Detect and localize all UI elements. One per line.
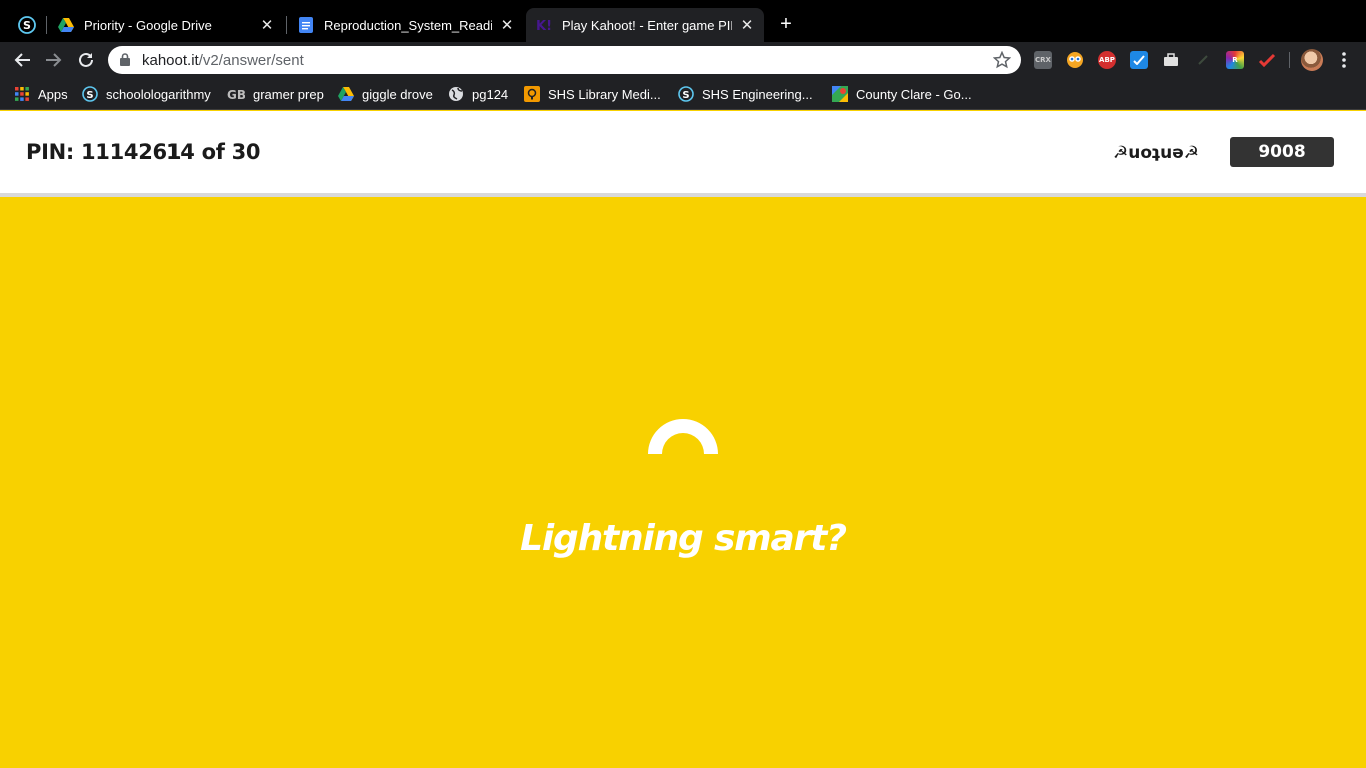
score-badge: 9008: [1230, 137, 1334, 167]
svg-text:K!: K!: [537, 19, 551, 32]
bookmark-label: Apps: [38, 86, 68, 102]
bookmark-label: schoolologarithmy: [106, 86, 211, 102]
game-pin: PIN: 1114261: [26, 140, 182, 164]
reload-button[interactable]: [76, 50, 96, 70]
url-text: kahoot.it/v2/answer/sent: [142, 52, 304, 69]
google-drive-icon: [338, 86, 354, 102]
question-progress: 14 of 30: [166, 140, 261, 164]
player-nickname: ☭uoʇuǝ☭: [1113, 143, 1200, 163]
lock-icon: [120, 53, 130, 71]
owl-icon[interactable]: [1066, 51, 1084, 69]
reload-icon: [79, 52, 93, 67]
briefcase-icon[interactable]: [1162, 51, 1180, 69]
bookmark-label: gramer prep: [253, 86, 324, 102]
bookmark-label: SHS Engineering...: [702, 86, 813, 102]
address-bar[interactable]: kahoot.it/v2/answer/sent: [108, 46, 1021, 74]
schoology-icon: S: [678, 86, 694, 102]
bookmark-county-clare[interactable]: County Clare - Go...: [832, 84, 972, 104]
arrow-right-icon: [46, 53, 62, 67]
bookmark-pg124[interactable]: pg124: [448, 84, 508, 104]
close-icon[interactable]: ✕: [738, 16, 756, 34]
forward-button[interactable]: [44, 50, 64, 70]
bookmark-giggle-drove[interactable]: giggle drove: [338, 84, 433, 104]
tab-title: Reproduction_System_Reading: [324, 17, 492, 33]
bookmark-label: SHS Library Medi...: [548, 86, 661, 102]
close-icon[interactable]: ✕: [258, 16, 276, 34]
bookmark-label: giggle drove: [362, 86, 433, 102]
extension-blue-icon[interactable]: [1130, 51, 1148, 69]
url-path: /v2/answer/sent: [198, 52, 304, 69]
tab-kahoot[interactable]: K! Play Kahoot! - Enter game PIN ✕: [526, 8, 764, 42]
browser-tab-strip: S Priority - Google Drive ✕ Reproduction…: [0, 0, 1366, 42]
kahoot-icon: K!: [536, 17, 552, 33]
profile-avatar[interactable]: [1301, 49, 1323, 71]
crx-icon[interactable]: CRX: [1034, 51, 1052, 69]
bookmark-label: County Clare - Go...: [856, 86, 972, 102]
tab-title: Play Kahoot! - Enter game PIN: [562, 17, 732, 33]
extension-dark-icon[interactable]: [1194, 51, 1212, 69]
bookmarks-bar: Apps S schoolologarithmy GB gramer prep …: [0, 78, 1366, 110]
bookmark-apps[interactable]: Apps: [14, 84, 68, 104]
bookmark-shs-library[interactable]: SHS Library Medi...: [524, 84, 661, 104]
google-drive-icon: [58, 17, 74, 33]
tab-separator: [286, 16, 287, 34]
back-button[interactable]: [12, 50, 32, 70]
tab-separator: [46, 16, 47, 34]
gb-icon: GB: [227, 86, 245, 102]
new-tab-button[interactable]: +: [776, 14, 796, 34]
svg-text:S: S: [23, 19, 31, 32]
google-maps-icon: [832, 86, 848, 102]
bookmark-gramer-prep[interactable]: GB gramer prep: [227, 84, 324, 104]
status-message: Lightning smart?: [520, 518, 847, 559]
library-icon: [524, 86, 540, 102]
globe-icon: [448, 86, 464, 102]
schoology-icon[interactable]: S: [18, 16, 36, 34]
schoology-icon: S: [82, 86, 98, 102]
browser-toolbar: kahoot.it/v2/answer/sent CRX ABP R: [0, 42, 1366, 78]
toolbar-separator: [1289, 52, 1290, 68]
adblock-plus-icon[interactable]: ABP: [1098, 51, 1116, 69]
arrow-left-icon: [14, 53, 30, 67]
red-check-icon[interactable]: [1258, 51, 1276, 69]
tab-reproduction-doc[interactable]: Reproduction_System_Reading ✕: [288, 8, 524, 42]
close-icon[interactable]: ✕: [498, 16, 516, 34]
svg-text:GB: GB: [227, 88, 245, 102]
answer-sent-screen: [0, 197, 1366, 768]
tab-google-drive[interactable]: Priority - Google Drive ✕: [48, 8, 284, 42]
more-menu-icon[interactable]: [1336, 50, 1352, 70]
apps-grid-icon: [14, 86, 30, 102]
svg-text:S: S: [682, 90, 689, 101]
bookmark-star-icon[interactable]: [992, 50, 1012, 74]
google-docs-icon: [298, 17, 314, 33]
svg-text:S: S: [86, 90, 93, 101]
bookmark-shs-engineering[interactable]: S SHS Engineering...: [678, 84, 813, 104]
bookmark-schoolologarithmy[interactable]: S schoolologarithmy: [82, 84, 211, 104]
loading-spinner-icon: [648, 419, 718, 454]
tab-title: Priority - Google Drive: [84, 17, 212, 33]
bookmark-label: pg124: [472, 86, 509, 102]
url-host: kahoot.it: [142, 52, 199, 69]
colorful-extension-icon[interactable]: R: [1226, 51, 1244, 69]
